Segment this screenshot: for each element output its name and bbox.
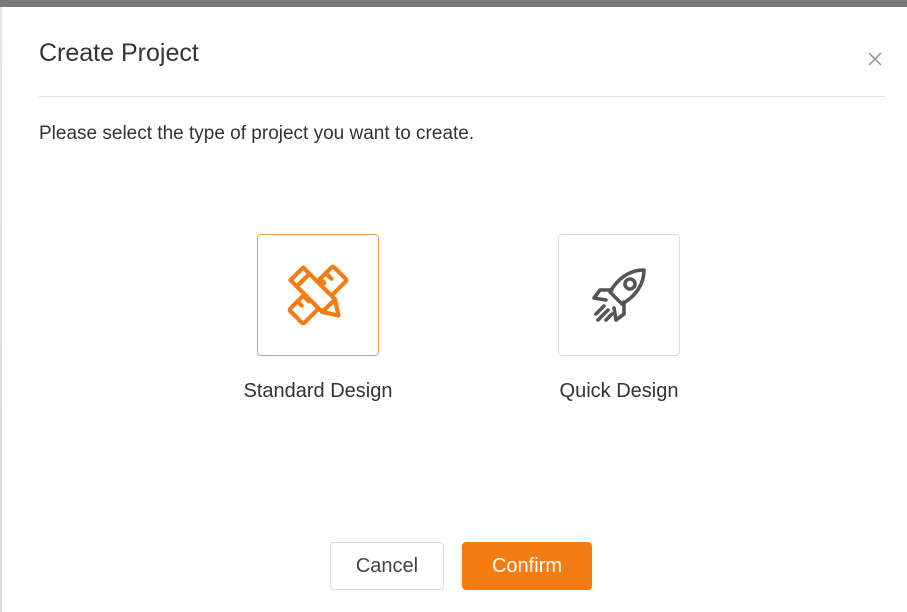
option-label-standard-design: Standard Design: [243, 380, 393, 402]
confirm-button[interactable]: Confirm: [462, 542, 592, 590]
dialog-title: Create Project: [39, 39, 199, 67]
cancel-button[interactable]: Cancel: [330, 542, 444, 590]
window-top-bar: [0, 0, 907, 7]
project-type-prompt: Please select the type of project you wa…: [39, 123, 475, 144]
dialog-header: Create Project: [39, 7, 885, 97]
option-quick-design[interactable]: Quick Design: [519, 234, 719, 404]
rocket-icon: [592, 268, 646, 322]
create-project-dialog: Create Project Please select the type of…: [2, 7, 907, 612]
close-button[interactable]: [865, 49, 885, 69]
option-card-standard-design[interactable]: [257, 234, 379, 356]
option-label-quick-design: Quick Design: [559, 380, 679, 402]
close-icon: [868, 52, 882, 66]
option-card-quick-design[interactable]: [558, 234, 680, 356]
option-standard-design[interactable]: Standard Design: [218, 234, 418, 404]
pencil-ruler-icon: [287, 264, 349, 326]
